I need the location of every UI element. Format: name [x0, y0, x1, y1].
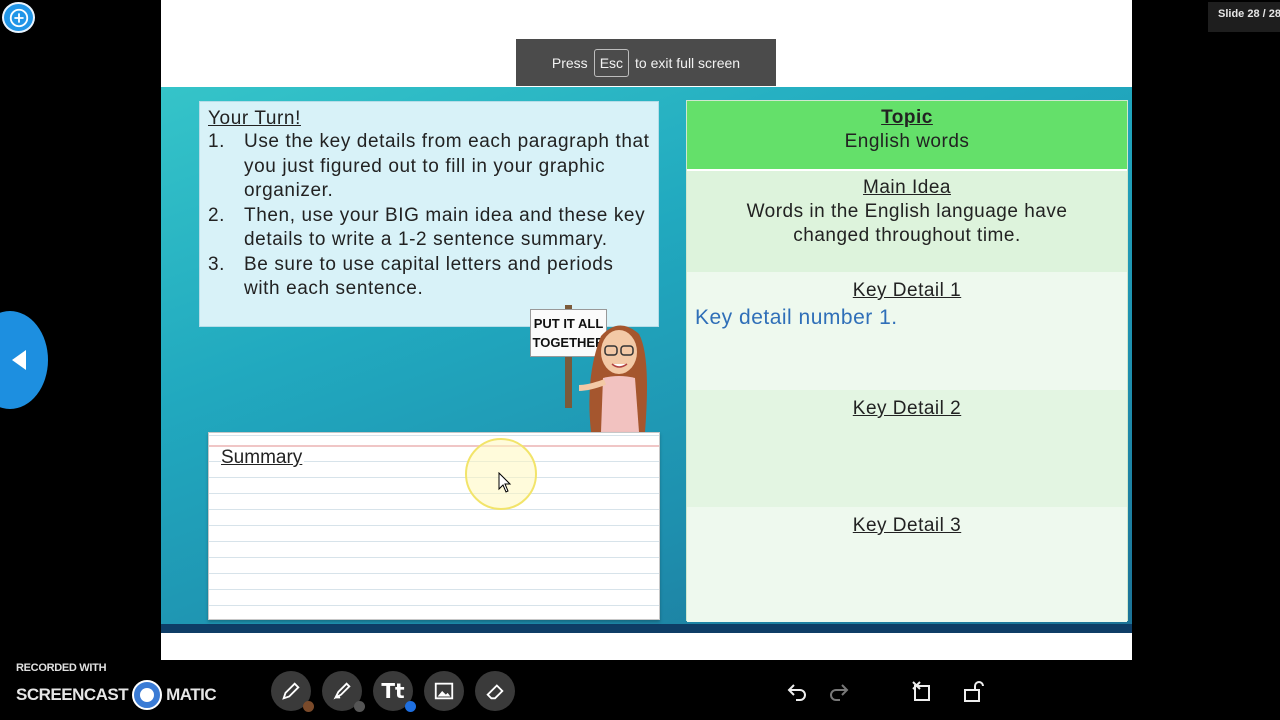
- topic-section[interactable]: Topic English words: [687, 101, 1127, 169]
- undo-button[interactable]: [784, 678, 810, 704]
- undo-icon: [787, 684, 806, 701]
- main-idea-value: Words in the English language have chang…: [746, 201, 1068, 246]
- text-tool-label: Tt: [381, 679, 405, 703]
- instruction-text: Be sure to use capital letters and perio…: [244, 253, 614, 300]
- instruction-item: 2. Then, use your BIG main idea and thes…: [208, 204, 650, 253]
- fullscreen-toast: Press Esc to exit full screen: [516, 39, 776, 86]
- redo-icon: [830, 684, 849, 701]
- eraser-tool-button[interactable]: [475, 671, 515, 711]
- previous-slide-button[interactable]: [0, 311, 48, 409]
- key-detail-1-text[interactable]: Key detail number 1.: [695, 306, 898, 330]
- pen-tool-button[interactable]: [271, 671, 314, 712]
- toast-rest: to exit full screen: [635, 54, 741, 71]
- lock-icon: [964, 681, 984, 702]
- clear-annotations-button[interactable]: [909, 678, 935, 704]
- instruction-item: 1. Use the key details from each paragra…: [208, 130, 650, 204]
- slide-footer-bar: [161, 624, 1132, 633]
- esc-key: Esc: [593, 48, 630, 77]
- brand-left: SCREENCAST: [16, 685, 129, 704]
- teacher-avatar-illustration: [579, 325, 647, 432]
- mouse-pointer-icon: [498, 472, 512, 493]
- instruction-text: Then, use your BIG main idea and these k…: [244, 204, 646, 251]
- instruction-item: 3. Be sure to use capital letters and pe…: [208, 253, 650, 302]
- graphic-organizer: Topic English words Main Idea Words in t…: [686, 100, 1128, 622]
- text-tool-button[interactable]: Tt: [373, 671, 416, 712]
- highlighter-icon: [333, 682, 351, 700]
- summary-box[interactable]: Summary: [208, 432, 660, 620]
- eraser-icon: [486, 684, 504, 700]
- slide: Press Esc to exit full screen Your Turn!…: [161, 0, 1132, 660]
- screencast-o-matic-logo: SCREENCAST MATIC: [16, 680, 217, 710]
- key-detail-2-section[interactable]: Key Detail 2: [687, 390, 1127, 507]
- brand-record-icon: [132, 680, 163, 710]
- key-detail-2-heading: Key Detail 2: [852, 398, 962, 419]
- image-tool-button[interactable]: [424, 671, 464, 711]
- key-detail-1-heading: Key Detail 1: [852, 280, 962, 301]
- highlighter-tool-button[interactable]: [322, 671, 365, 712]
- main-idea-heading: Main Idea: [863, 177, 951, 198]
- main-idea-section[interactable]: Main Idea Words in the English language …: [687, 171, 1127, 272]
- your-turn-box: Your Turn! 1. Use the key details from e…: [199, 101, 659, 327]
- instruction-text: Use the key details from each paragraph …: [244, 131, 650, 201]
- instruction-number: 1.: [208, 131, 226, 152]
- highlighter-color-dot: [354, 701, 365, 712]
- lock-button[interactable]: [960, 678, 986, 704]
- brand-right: MATIC: [166, 685, 217, 704]
- text-color-dot: [405, 701, 416, 712]
- instruction-number: 3.: [208, 253, 226, 275]
- instruction-number: 2.: [208, 204, 226, 226]
- app-menu-icon[interactable]: [2, 2, 35, 33]
- chevron-left-icon: [12, 350, 26, 370]
- key-detail-3-section[interactable]: Key Detail 3: [687, 507, 1127, 622]
- your-turn-title: Your Turn!: [208, 108, 301, 129]
- clear-icon: [912, 681, 930, 701]
- instruction-list: 1. Use the key details from each paragra…: [208, 130, 650, 302]
- summary-title: Summary: [221, 447, 305, 469]
- pen-icon: [282, 682, 300, 700]
- topic-heading: Topic: [881, 107, 933, 128]
- pen-color-dot: [303, 701, 314, 712]
- recorded-with-label: RECORDED WITH: [16, 662, 107, 674]
- toast-press: Press: [551, 54, 588, 71]
- image-icon: [434, 682, 454, 700]
- key-detail-3-heading: Key Detail 3: [852, 515, 962, 536]
- key-detail-1-section[interactable]: Key Detail 1: [687, 272, 1127, 390]
- slide-counter: Slide 28 / 28: [1208, 2, 1280, 32]
- redo-button[interactable]: [826, 678, 852, 704]
- topic-value: English words: [844, 131, 970, 152]
